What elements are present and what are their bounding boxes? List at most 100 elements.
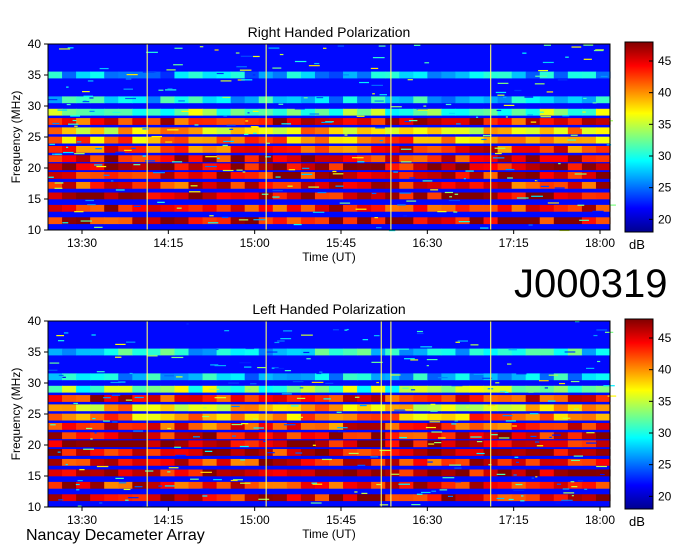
emission-band-segment [146, 373, 161, 381]
emission-band-segment [104, 96, 119, 104]
noise-speckle [296, 397, 306, 400]
emission-band-segment [399, 458, 414, 466]
noise-speckle [306, 358, 311, 360]
noise-speckle [595, 49, 604, 51]
noise-speckle [424, 62, 430, 64]
emission-band-segment [314, 155, 330, 163]
emission-band-segment [595, 404, 611, 412]
emission-band-segment [413, 469, 428, 477]
x-tick-label: 17:15 [499, 513, 529, 527]
emission-band-segment [118, 348, 133, 356]
emission-band-segment [160, 469, 176, 477]
emission-band-segment [399, 127, 414, 135]
emission-band-segment [314, 413, 330, 421]
emission-band-segment [188, 192, 204, 200]
emission-band-segment [427, 481, 442, 489]
emission-band-segment [230, 96, 246, 104]
emission-band-segment [427, 172, 442, 179]
emission-band-segment [329, 432, 344, 440]
noise-speckle [277, 340, 285, 342]
emission-band-segment [357, 204, 372, 212]
noise-speckle [165, 141, 173, 143]
emission-band-segment [76, 494, 91, 502]
emission-band-segment [272, 413, 288, 421]
noise-speckle [232, 479, 243, 481]
emission-band-segment [357, 145, 372, 153]
emission-band-segment [595, 204, 611, 212]
noise-speckle [372, 93, 375, 95]
emission-band-segment [300, 136, 316, 144]
emission-band-segment [497, 449, 513, 456]
noise-speckle [375, 127, 385, 129]
noise-speckle [520, 500, 525, 502]
emission-band-segment [118, 108, 133, 116]
noise-speckle [251, 126, 259, 128]
emission-band-segment [511, 217, 527, 225]
emission-band-segment [371, 163, 386, 171]
emission-band-segment [132, 145, 147, 153]
emission-band-segment [160, 413, 176, 421]
noise-speckle [463, 178, 466, 180]
x-tick-label: 14:15 [153, 236, 183, 250]
emission-band-segment [76, 204, 91, 212]
noise-speckle [58, 499, 64, 501]
noise-speckle [584, 488, 588, 490]
emission-band-segment [357, 449, 372, 456]
noise-speckle [354, 396, 360, 398]
emission-band-segment [413, 163, 428, 171]
y-tick-label: 20 [28, 161, 42, 175]
noise-speckle [83, 95, 94, 97]
noise-speckle [447, 495, 454, 498]
emission-band-segment [76, 181, 91, 189]
emission-band-segment [300, 155, 316, 163]
emission-band-segment [90, 118, 105, 125]
emission-band-segment [146, 458, 161, 466]
emission-band-segment [216, 413, 232, 421]
noise-speckle [56, 334, 65, 337]
emission-band-segment [357, 127, 372, 135]
noise-speckle [372, 57, 385, 59]
emission-band-segment [469, 449, 485, 456]
emission-band-segment [202, 108, 218, 116]
emission-band-segment [399, 155, 414, 163]
emission-band-segment [399, 96, 414, 104]
emission-band-segment [553, 458, 569, 466]
x-tick-label: 18:00 [585, 513, 615, 527]
noise-speckle [596, 465, 607, 468]
noise-speckle [431, 431, 443, 433]
noise-speckle [437, 377, 448, 379]
emission-band-segment [539, 204, 555, 212]
emission-band-segment [90, 469, 105, 477]
emission-band-segment [343, 458, 358, 466]
noise-speckle [308, 186, 320, 188]
noise-speckle [292, 381, 304, 383]
noise-speckle [48, 176, 54, 178]
noise-speckle [604, 331, 614, 333]
emission-band-segment [174, 108, 190, 116]
emission-band-segment [90, 71, 105, 79]
emission-band-segment [286, 422, 302, 430]
emission-band-segment [343, 136, 358, 144]
noise-speckle [393, 171, 398, 173]
noise-speckle [190, 185, 198, 187]
emission-band-segment [230, 108, 246, 116]
emission-band-segment [581, 422, 597, 430]
noise-speckle [125, 499, 129, 501]
emission-band-segment [146, 385, 161, 393]
emission-band-segment [441, 481, 457, 489]
emission-band-segment [216, 422, 232, 430]
noise-speckle [480, 227, 489, 229]
emission-band-segment [427, 395, 442, 402]
emission-band-segment [399, 136, 414, 144]
y-tick-label: 15 [28, 192, 42, 206]
noise-speckle [437, 211, 447, 213]
emission-band-segment [469, 181, 485, 189]
emission-band-segment [202, 432, 218, 440]
noise-speckle [277, 402, 290, 404]
emission-band-segment [455, 413, 471, 421]
emission-band-segment [357, 96, 372, 104]
emission-band-segment [174, 127, 190, 135]
noise-speckle [495, 91, 507, 94]
noise-speckle [252, 74, 256, 76]
emission-band-segment [427, 181, 442, 189]
